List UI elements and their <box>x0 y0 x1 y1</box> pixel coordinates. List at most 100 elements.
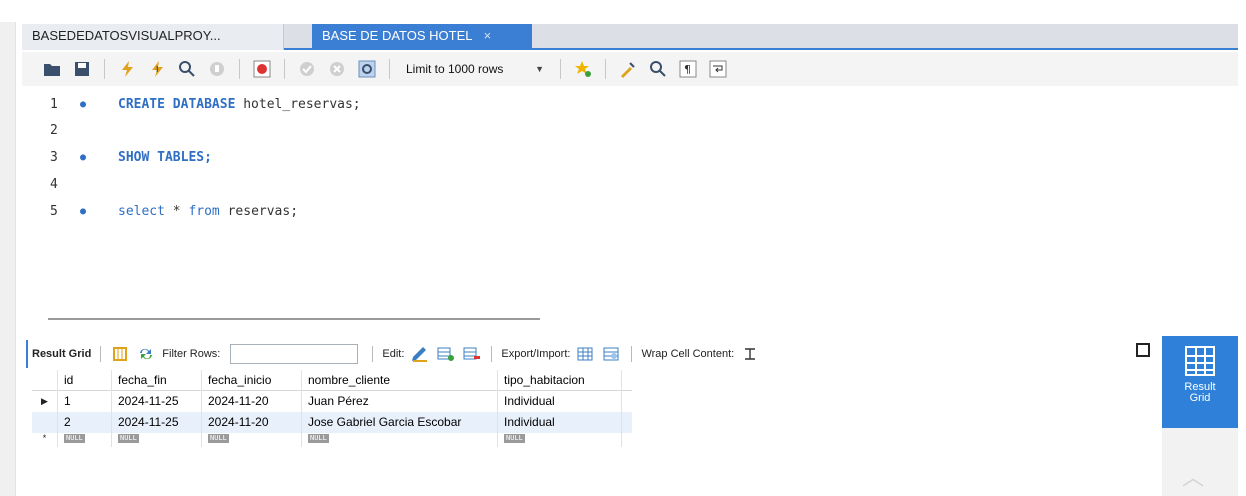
code-line-5: 5 ● select * from reservas; <box>22 201 1238 223</box>
export-icon[interactable] <box>576 344 596 364</box>
statement-dot-icon: ● <box>80 206 87 217</box>
table-row[interactable]: ▶ 1 2024-11-25 2024-11-20 Juan Pérez Ind… <box>32 391 632 412</box>
export-import-label: Export/Import: <box>501 348 571 360</box>
table-cell[interactable]: Individual <box>498 412 622 433</box>
null-cell[interactable]: NULL <box>302 433 498 447</box>
table-cell[interactable]: 2024-11-25 <box>112 391 202 412</box>
close-icon[interactable]: × <box>484 28 492 43</box>
table-cell[interactable]: 2024-11-20 <box>202 391 302 412</box>
rollback-icon[interactable] <box>325 57 349 81</box>
toolbar-separator <box>239 59 240 79</box>
left-gutter <box>0 22 16 496</box>
table-cell[interactable]: Jose Gabriel Garcia Escobar <box>302 412 498 433</box>
explain-icon[interactable] <box>175 57 199 81</box>
null-badge: NULL <box>118 434 139 443</box>
wrap-icon[interactable] <box>706 57 730 81</box>
line-number: 1 <box>50 97 58 112</box>
toolbar-separator <box>100 346 102 362</box>
statement-dot-icon: ● <box>80 152 87 163</box>
execute-current-icon[interactable]: I <box>145 57 169 81</box>
toolbar-separator <box>372 346 374 362</box>
sql-identifier: * <box>172 204 189 219</box>
wrap-cell-label: Wrap Cell Content: <box>641 348 735 360</box>
new-row[interactable]: * NULL NULL NULL NULL NULL <box>32 433 632 447</box>
tab-base-de-datos-hotel[interactable]: BASE DE DATOS HOTEL × <box>312 24 532 50</box>
sql-keyword: CREATE DATABASE <box>118 97 244 112</box>
table-cell[interactable]: 2024-11-25 <box>112 412 202 433</box>
line-number: 2 <box>50 123 58 138</box>
column-header-id[interactable]: id <box>58 369 112 391</box>
code-line-3: 3 ● SHOW TABLES; <box>22 147 1238 169</box>
filter-rows-label: Filter Rows: <box>162 348 221 360</box>
toggle-error-icon[interactable] <box>250 57 274 81</box>
null-cell[interactable]: NULL <box>498 433 622 447</box>
edit-label: Edit: <box>382 348 405 360</box>
null-badge: NULL <box>308 434 329 443</box>
table-cell[interactable]: Juan Pérez <box>302 391 498 412</box>
sql-identifier: reservas; <box>227 204 299 219</box>
sql-editor[interactable]: 1 ● CREATE DATABASE hotel_reservas; 2 3 … <box>22 88 1238 306</box>
column-header-tipo-habitacion[interactable]: tipo_habitacion <box>498 369 622 391</box>
toolbar-separator <box>389 59 390 79</box>
filter-rows-input[interactable] <box>230 344 359 364</box>
add-snippet-icon[interactable] <box>571 57 595 81</box>
find-icon[interactable] <box>646 57 670 81</box>
wrap-cell-icon[interactable] <box>740 344 760 364</box>
autocommit-icon[interactable] <box>355 57 379 81</box>
limit-rows-label: Limit to 1000 rows <box>406 62 504 76</box>
beautify-icon[interactable] <box>616 57 640 81</box>
null-badge: NULL <box>504 434 525 443</box>
toolbar-separator <box>491 346 493 362</box>
execute-icon[interactable] <box>115 57 139 81</box>
refresh-icon[interactable] <box>136 344 156 364</box>
row-marker-header <box>32 369 58 391</box>
editor-result-splitter[interactable] <box>48 318 540 320</box>
chevron-up-icon[interactable]: ︿ <box>1182 460 1204 492</box>
toolbar-separator <box>284 59 285 79</box>
null-cell[interactable]: NULL <box>58 433 112 447</box>
tab-label: BASEDEDATOSVISUALPROY... <box>32 28 221 43</box>
table-cell[interactable]: 1 <box>58 391 112 412</box>
stop-icon[interactable] <box>205 57 229 81</box>
grid-icon <box>1185 346 1215 376</box>
null-cell[interactable]: NULL <box>202 433 302 447</box>
table-cell[interactable]: 2 <box>58 412 112 433</box>
null-cell[interactable]: NULL <box>112 433 202 447</box>
current-row-icon: ▶ <box>32 391 58 412</box>
code-line-1: 1 ● CREATE DATABASE hotel_reservas; <box>22 94 1238 116</box>
limit-rows-select[interactable]: Limit to 1000 rows ▼ <box>400 58 550 80</box>
null-badge: NULL <box>208 434 229 443</box>
toolbar-separator <box>560 59 561 79</box>
tab-basededatosvisualproy[interactable]: BASEDEDATOSVISUALPROY... <box>22 24 284 50</box>
invisible-chars-icon[interactable]: ¶ <box>676 57 700 81</box>
result-grid-label[interactable]: Result Grid <box>32 348 91 360</box>
code-line-4: 4 <box>22 174 1238 196</box>
table-cell[interactable]: 2024-11-20 <box>202 412 302 433</box>
save-icon[interactable] <box>70 57 94 81</box>
table-row[interactable]: 2 2024-11-25 2024-11-20 Jose Gabriel Gar… <box>32 412 632 433</box>
form-view-icon[interactable] <box>110 344 130 364</box>
row-marker <box>32 412 58 433</box>
svg-text:¶: ¶ <box>684 63 691 76</box>
toggle-side-panel-icon[interactable] <box>1136 343 1150 357</box>
column-header-fecha-inicio[interactable]: fecha_inicio <box>202 369 302 391</box>
import-icon[interactable] <box>602 344 622 364</box>
toolbar-separator <box>631 346 633 362</box>
edit-row-icon[interactable] <box>410 344 430 364</box>
sql-keyword: SHOW TABLES; <box>118 150 212 165</box>
table-cell[interactable]: Individual <box>498 391 622 412</box>
null-badge: NULL <box>64 434 85 443</box>
svg-text:I: I <box>156 65 158 74</box>
delete-row-icon[interactable] <box>462 344 482 364</box>
column-header-nombre-cliente[interactable]: nombre_cliente <box>302 369 498 391</box>
result-grid-button[interactable]: Result Grid <box>1162 336 1238 428</box>
sql-identifier: hotel_reservas; <box>243 97 361 112</box>
window-top-strip <box>0 0 1246 12</box>
tab-bar: BASEDEDATOSVISUALPROY... BASE DE DATOS H… <box>22 24 1238 50</box>
insert-row-icon[interactable] <box>436 344 456 364</box>
line-number: 4 <box>50 177 58 192</box>
column-header-fecha-fin[interactable]: fecha_fin <box>112 369 202 391</box>
folder-icon[interactable] <box>40 57 64 81</box>
sql-keyword: from <box>188 204 228 219</box>
commit-icon[interactable] <box>295 57 319 81</box>
